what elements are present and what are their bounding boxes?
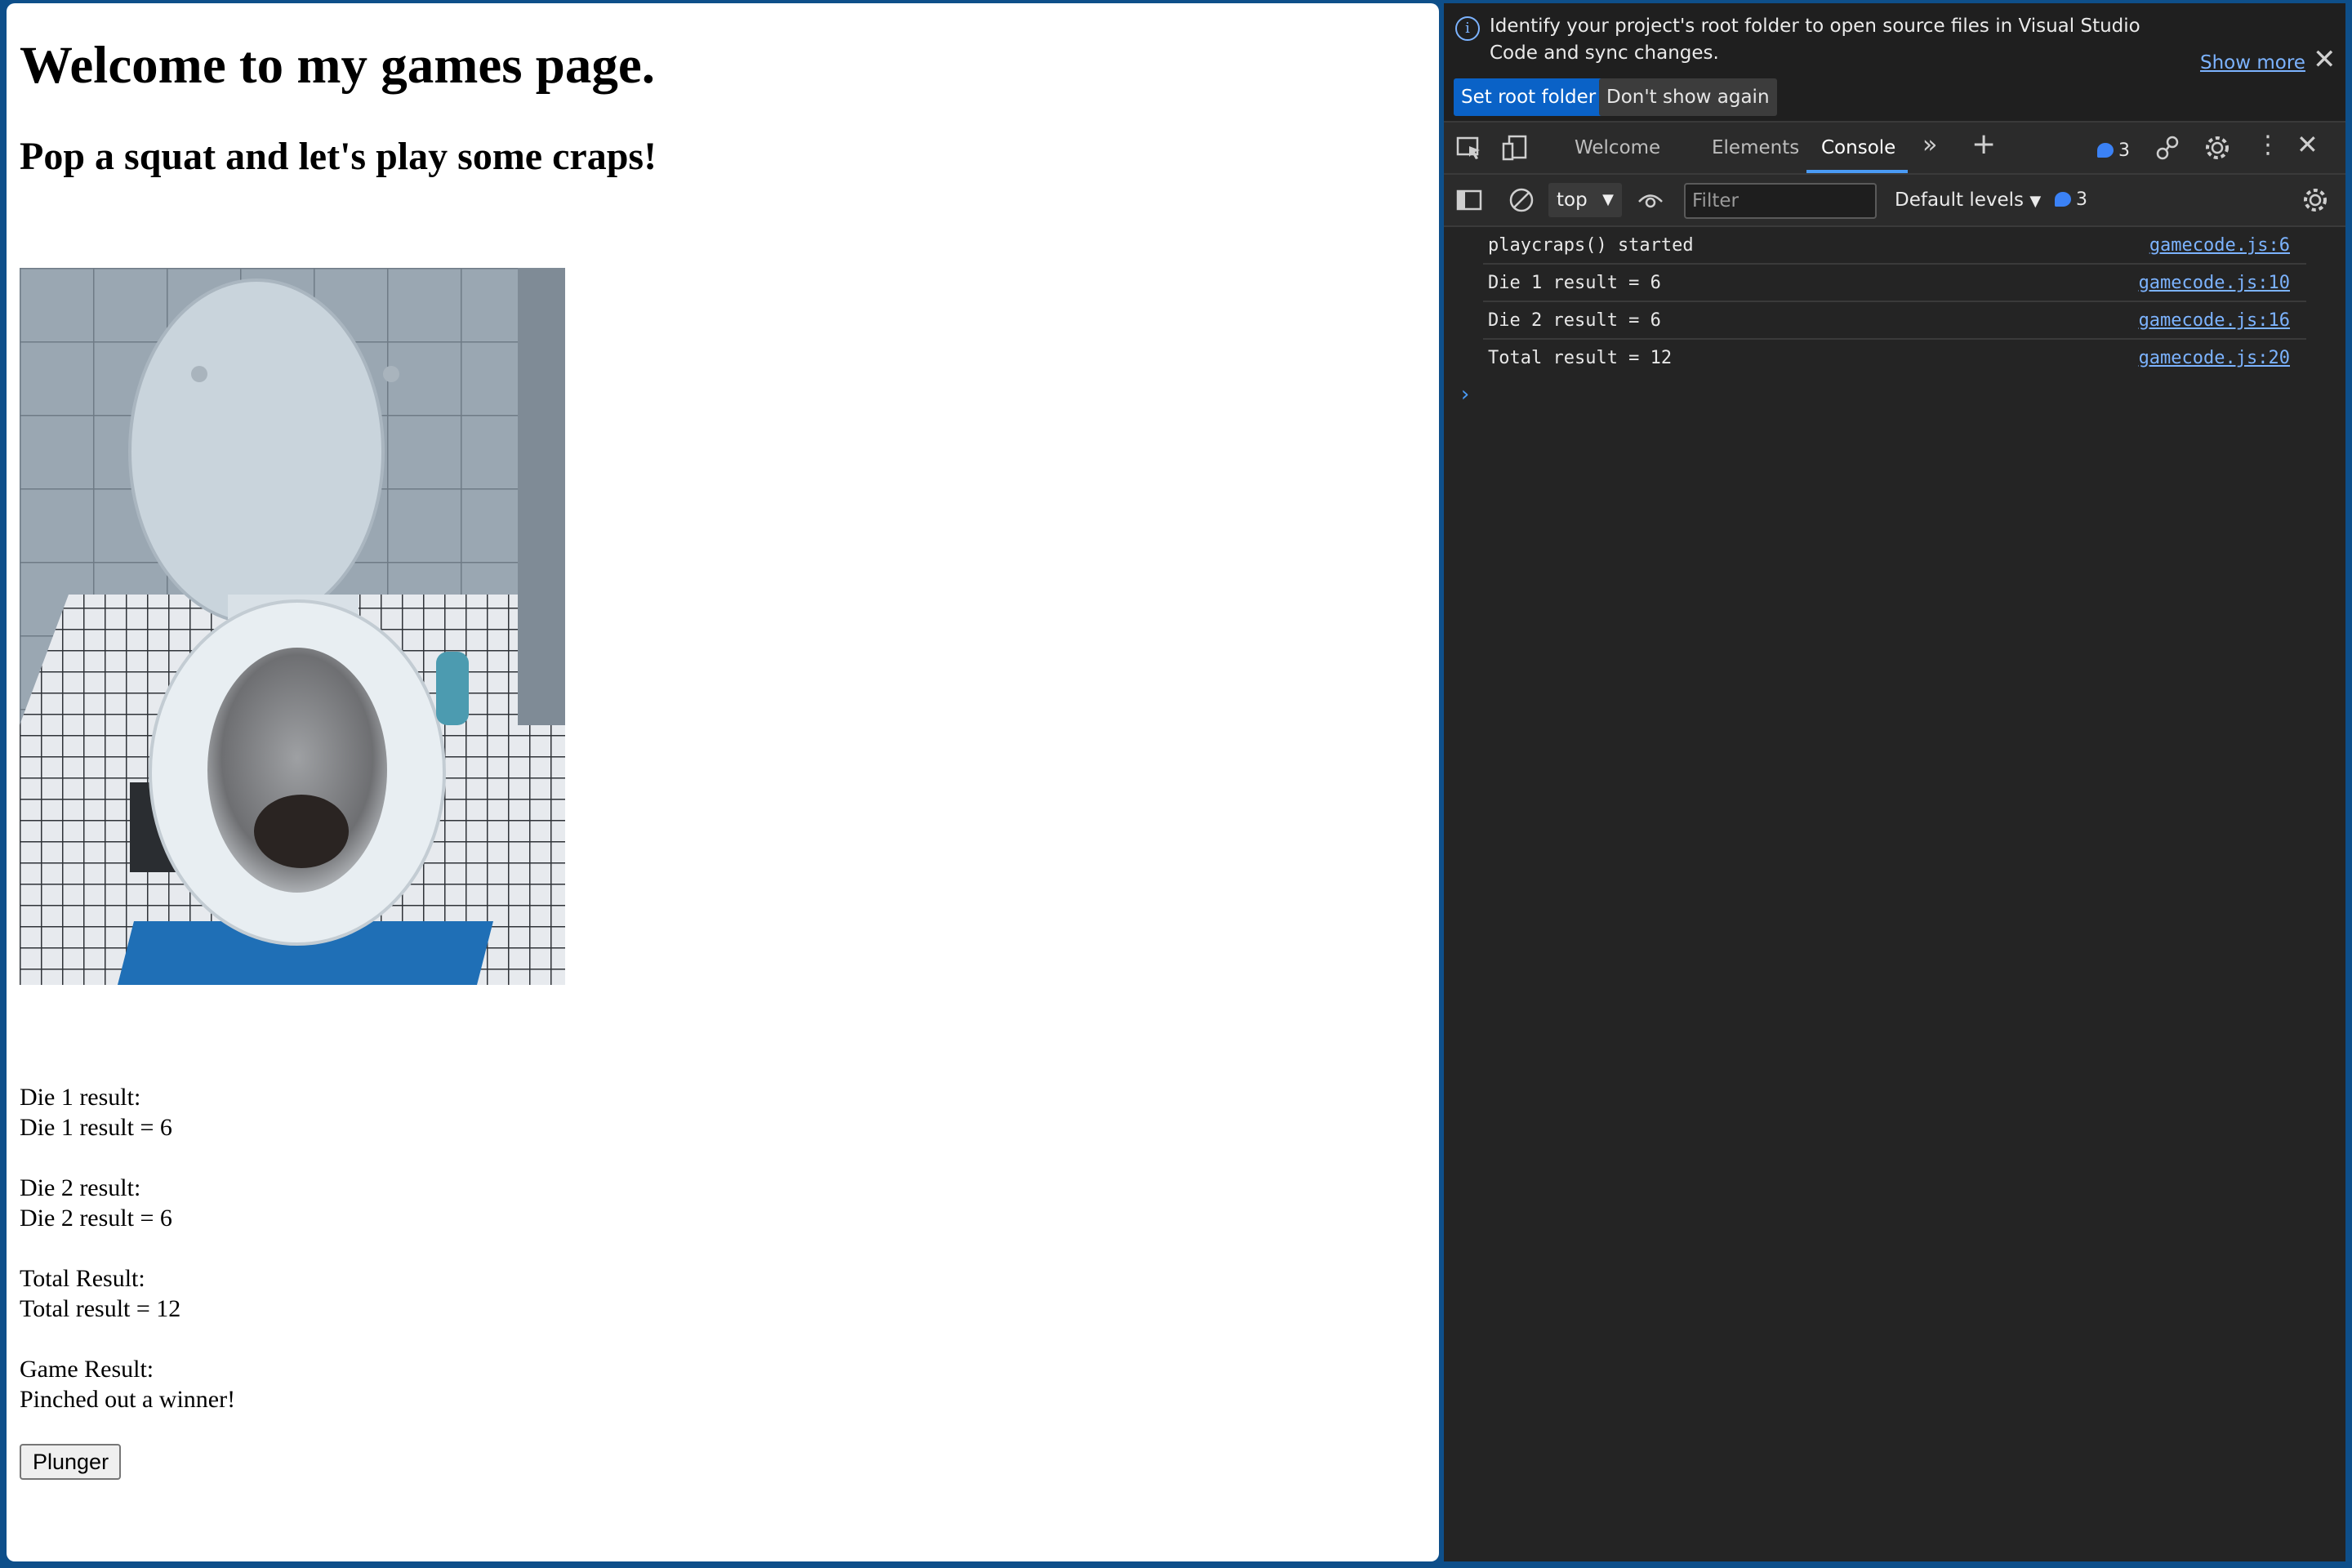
source-link[interactable]: gamecode.js:10 bbox=[2139, 273, 2290, 293]
info-icon: i bbox=[1455, 16, 1480, 41]
eye-icon[interactable] bbox=[1637, 186, 1664, 214]
die2-value: Die 2 result = 6 bbox=[20, 1205, 172, 1232]
console-toolbar: top ▼ Default levels ▼ 3 bbox=[1444, 175, 2345, 227]
context-select[interactable]: top ▼ bbox=[1548, 183, 1622, 217]
console-settings-icon[interactable] bbox=[2301, 186, 2329, 214]
game-result-value: Pinched out a winner! bbox=[20, 1386, 236, 1413]
console-message: Die 2 result = 6 bbox=[1488, 310, 1661, 331]
console-row: Total result = 12 gamecode.js:20 bbox=[1483, 340, 2306, 376]
page-subtitle: Pop a squat and let's play some craps! bbox=[20, 135, 657, 178]
close-devtools-icon[interactable]: ✕ bbox=[2296, 129, 2319, 160]
log-levels-dropdown[interactable]: Default levels ▼ bbox=[1895, 189, 2041, 211]
infobar-message: Identify your project's root folder to o… bbox=[1490, 16, 2140, 64]
die1-label: Die 1 result: bbox=[20, 1084, 141, 1111]
console-row: playcraps() started gamecode.js:6 bbox=[1483, 227, 2306, 265]
dont-show-again-button[interactable]: Don't show again bbox=[1599, 78, 1777, 116]
message-icon bbox=[2055, 192, 2071, 207]
toilet-photo bbox=[20, 268, 565, 985]
more-tabs-icon[interactable]: » bbox=[1922, 131, 1937, 159]
toilet-lid bbox=[128, 278, 385, 625]
console-row: Die 1 result = 6 gamecode.js:10 bbox=[1483, 265, 2306, 302]
game-result-label: Game Result: bbox=[20, 1356, 154, 1383]
active-tab-indicator bbox=[1806, 170, 1908, 173]
caret-down-icon: ▼ bbox=[2029, 193, 2042, 210]
source-link[interactable]: gamecode.js:20 bbox=[2139, 348, 2290, 368]
devtools-tabbar: Welcome Elements Console » + 3 ⋮ ✕ bbox=[1444, 122, 2345, 175]
console-prompt-icon[interactable]: › bbox=[1459, 382, 1472, 407]
tab-elements[interactable]: Elements bbox=[1712, 137, 1799, 158]
chevron-down-icon: ▼ bbox=[1602, 191, 1614, 208]
console-row: Die 2 result = 6 gamecode.js:16 bbox=[1483, 302, 2306, 340]
inspect-icon[interactable] bbox=[1455, 134, 1483, 162]
console-message: Total result = 12 bbox=[1488, 348, 1673, 368]
tab-console[interactable]: Console bbox=[1821, 137, 1895, 158]
die1-value: Die 1 result = 6 bbox=[20, 1114, 172, 1141]
console-output: playcraps() started gamecode.js:6 Die 1 … bbox=[1444, 227, 2345, 1561]
clear-console-icon[interactable] bbox=[1508, 186, 1535, 214]
total-value: Total result = 12 bbox=[20, 1295, 181, 1322]
message-icon bbox=[2097, 143, 2114, 158]
show-more-link[interactable]: Show more bbox=[2200, 52, 2305, 74]
console-message: playcraps() started bbox=[1488, 235, 1694, 256]
add-tab-icon[interactable]: + bbox=[1971, 127, 1996, 161]
page-viewport: Welcome to my games page. Pop a squat an… bbox=[7, 3, 1439, 1561]
source-link[interactable]: gamecode.js:16 bbox=[2139, 310, 2290, 331]
infobar: i Identify your project's root folder to… bbox=[1444, 3, 2345, 122]
filter-input[interactable] bbox=[1684, 183, 1877, 219]
device-emulation-icon[interactable] bbox=[1501, 134, 1529, 162]
more-options-icon[interactable]: ⋮ bbox=[2256, 131, 2280, 159]
sidebar-toggle-icon[interactable] bbox=[1455, 186, 1483, 214]
die2-label: Die 2 result: bbox=[20, 1174, 141, 1201]
console-message: Die 1 result = 6 bbox=[1488, 273, 1661, 293]
page-title: Welcome to my games page. bbox=[20, 36, 656, 95]
connection-icon[interactable] bbox=[2154, 134, 2182, 162]
plunger-button[interactable]: Plunger bbox=[20, 1444, 121, 1480]
devtools-panel: i Identify your project's root folder to… bbox=[1444, 3, 2345, 1561]
close-icon[interactable]: ✕ bbox=[2313, 46, 2336, 74]
gear-icon[interactable] bbox=[2203, 134, 2231, 162]
tab-welcome[interactable]: Welcome bbox=[1575, 137, 1660, 158]
issues-badge[interactable]: 3 bbox=[2097, 140, 2130, 161]
total-label: Total Result: bbox=[20, 1265, 145, 1292]
message-count-badge[interactable]: 3 bbox=[2055, 189, 2087, 210]
source-link[interactable]: gamecode.js:6 bbox=[2149, 235, 2290, 256]
set-root-folder-button[interactable]: Set root folder bbox=[1454, 78, 1604, 116]
